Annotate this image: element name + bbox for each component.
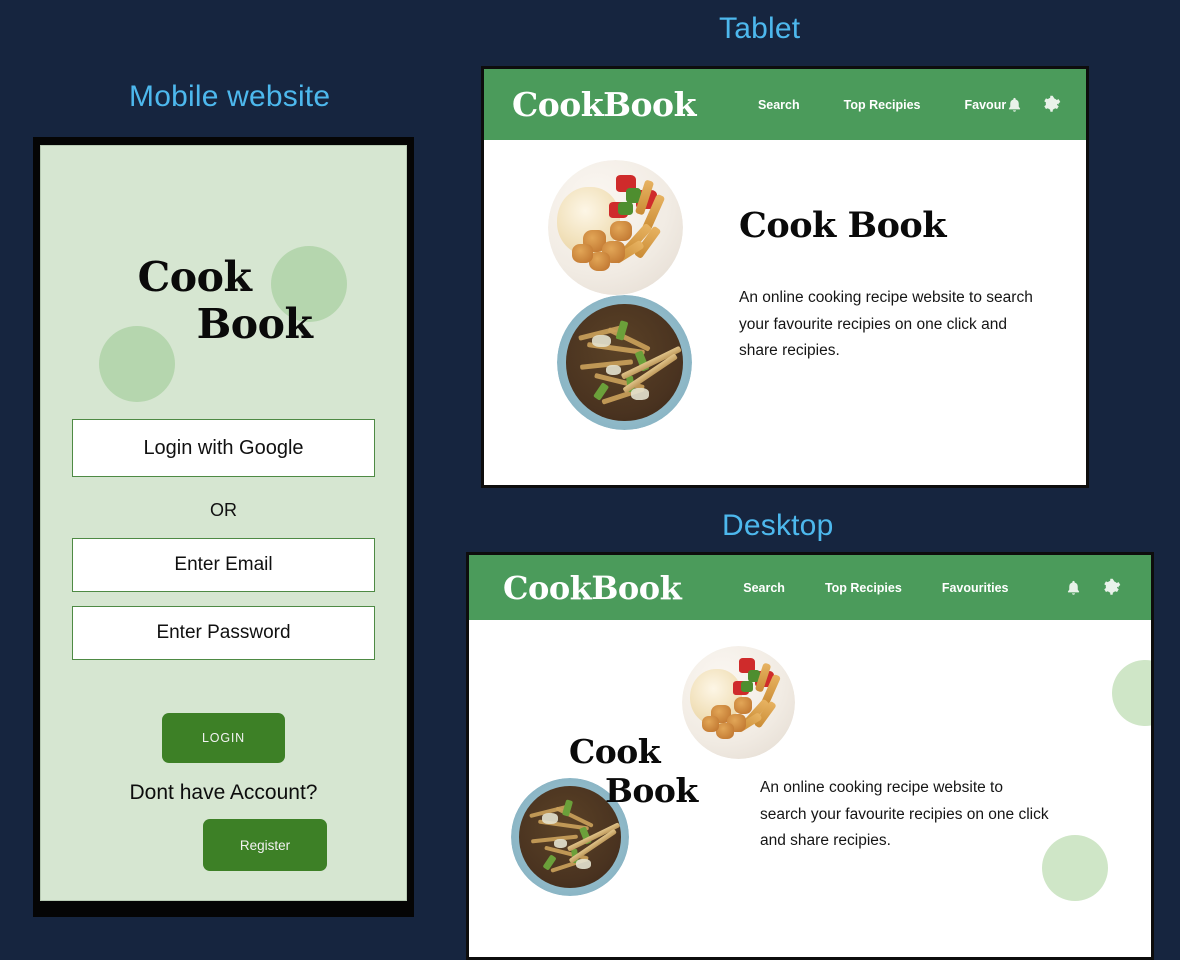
register-button[interactable]: Register [203,819,327,871]
desktop-hero-section: Cook Book An online cooking recipe websi… [469,620,1151,957]
food-photo-chicken-plate [548,160,683,295]
desktop-nav-links: Search Top Recipies Favourities [743,581,1008,595]
food-photo-chicken-plate [682,646,795,759]
bell-icon[interactable] [1006,96,1023,114]
decorative-circle [271,246,347,322]
desktop-nav-top-recipies[interactable]: Top Recipies [825,581,902,595]
tablet-brand-logo: CookBook [512,85,696,124]
desktop-hero-text: An online cooking recipe website to sear… [760,775,1050,855]
mobile-device-frame: Cook Book Login with Google OR Enter Ema… [33,137,414,917]
decorative-circle [99,326,175,402]
tablet-nav-icons [1006,95,1068,114]
tablet-hero-description: An online cooking recipe website to sear… [739,289,1033,360]
tablet-nav-search[interactable]: Search [758,98,800,112]
password-input[interactable]: Enter Password [72,606,375,660]
brand-word-book: Book [605,770,698,810]
decorative-circle [1112,660,1151,726]
email-input[interactable]: Enter Email [72,538,375,592]
no-account-prompt: Dont have Account? [129,781,318,804]
tablet-device-frame: CookBook Search Top Recipies Favour Cook… [481,66,1089,488]
desktop-device-frame: CookBook Search Top Recipies Favourities [466,552,1154,960]
section-title-desktop: Desktop [722,509,834,542]
login-form: Login with Google OR Enter Email Enter P… [41,419,406,871]
tablet-screen: CookBook Search Top Recipies Favour Cook… [484,69,1086,485]
or-separator-label: OR [210,500,237,520]
food-photo-noodle-bowl [557,295,692,430]
decorative-circle [1042,835,1108,901]
desktop-app-header: CookBook Search Top Recipies Favourities [469,555,1151,620]
desktop-screen: CookBook Search Top Recipies Favourities [469,555,1151,957]
desktop-brand-logo: CookBook [503,568,682,607]
desktop-nav-icons [1065,578,1129,597]
bell-icon[interactable] [1065,579,1082,597]
desktop-nav-favourities[interactable]: Favourities [942,581,1009,595]
section-title-tablet: Tablet [719,12,801,45]
tablet-app-header: CookBook Search Top Recipies Favour [484,69,1086,140]
login-button[interactable]: LOGIN [162,713,285,763]
gear-icon[interactable] [1042,95,1061,114]
gear-icon[interactable] [1102,578,1121,597]
section-title-mobile: Mobile website [129,80,331,113]
mobile-brand-logo: Cook Book [41,255,406,350]
tablet-nav-favour[interactable]: Favour [965,98,1007,112]
login-with-google-button[interactable]: Login with Google [72,419,375,477]
desktop-nav-search[interactable]: Search [743,581,785,595]
brand-word-cook: Cook [569,732,661,771]
tablet-hero-title: Cook Book [739,205,947,246]
mobile-screen: Cook Book Login with Google OR Enter Ema… [40,145,407,901]
tablet-nav-links: Search Top Recipies Favour [758,98,1006,112]
tablet-hero-text: Cook Book An online cooking recipe websi… [739,205,1049,365]
desktop-hero-description: An online cooking recipe website to sear… [760,779,1049,850]
tablet-hero-section: Cook Book An online cooking recipe websi… [484,140,1086,485]
desktop-brand-wordmark: Cook Book [569,732,698,813]
tablet-nav-top-recipies[interactable]: Top Recipies [844,98,921,112]
